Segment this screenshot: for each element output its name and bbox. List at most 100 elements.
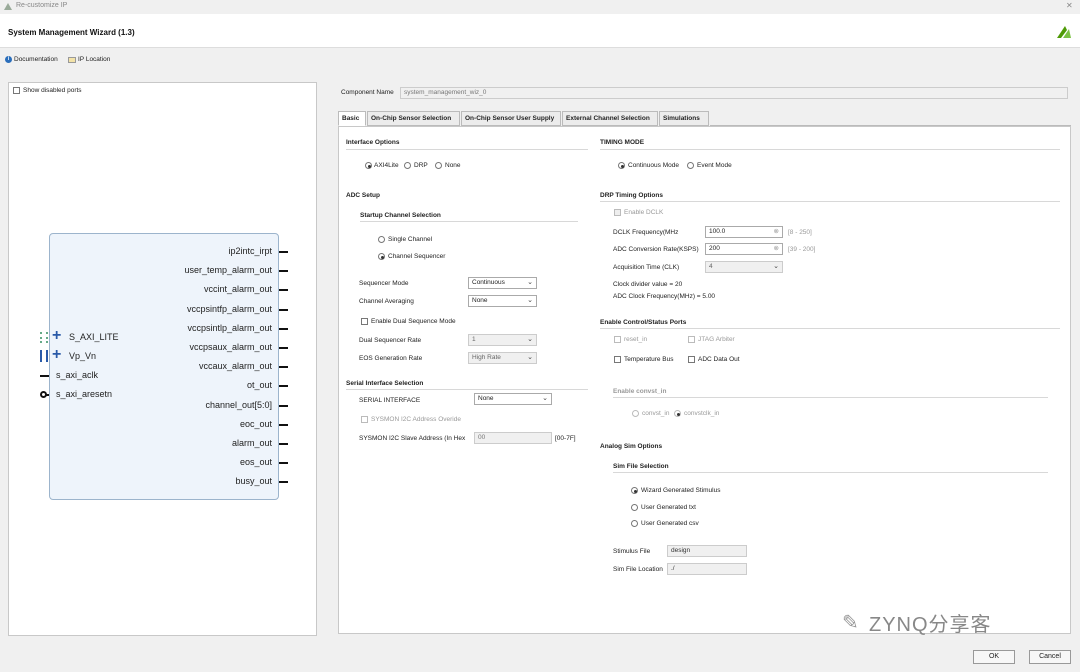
event-mode-label: Event Mode (697, 162, 732, 169)
reset-in-checkbox[interactable] (614, 336, 621, 343)
bus-bars-icon (40, 350, 48, 362)
info-icon: i (5, 56, 12, 63)
continuous-mode-label: Continuous Mode (628, 162, 679, 169)
event-mode-radio[interactable] (687, 162, 694, 169)
expand-plus-icon[interactable]: + (52, 327, 61, 345)
clear-icon[interactable]: ⊗ (774, 244, 779, 254)
select-value: None (478, 395, 494, 402)
continuous-mode-radio[interactable] (618, 162, 625, 169)
i2c-address-label: SYSMON I2C Slave Address (In Hex (359, 435, 466, 442)
timing-mode-heading: TIMING MODE (600, 139, 645, 146)
reset-in-label: reset_in (624, 336, 648, 343)
user-txt-radio[interactable] (631, 504, 638, 511)
serial-interface-select[interactable]: None ⌄ (474, 393, 552, 405)
ok-button[interactable]: OK (973, 650, 1015, 664)
convst-heading: Enable convst_in (613, 388, 667, 395)
jtag-arbiter-checkbox[interactable] (688, 336, 695, 343)
adc-conversion-range: [39 - 200] (788, 246, 816, 253)
convstclk-in-radio[interactable] (674, 410, 681, 417)
convst-in-radio[interactable] (632, 410, 639, 417)
adc-conversion-field[interactable]: 200 ⊗ (705, 243, 783, 255)
enable-dclk-label: Enable DCLK (624, 209, 664, 216)
output-port-label: vccint_alarm_out (203, 284, 272, 295)
tab-on-chip-sensor-selection[interactable]: On-Chip Sensor Selection (367, 111, 460, 126)
dual-sequencer-rate-label: Dual Sequencer Rate (359, 337, 422, 344)
acquisition-time-label: Acquisition Time (CLK) (613, 264, 680, 271)
app-icon (4, 3, 12, 10)
dclk-frequency-field[interactable]: 100.0 ⊗ (705, 226, 783, 238)
divider (346, 389, 588, 390)
none-label: None (445, 162, 461, 169)
select-value: None (472, 297, 488, 304)
close-icon[interactable]: ✕ (1066, 1, 1073, 10)
divider (600, 201, 1060, 202)
clear-icon[interactable]: ⊗ (774, 227, 779, 237)
wizard-title: System Management Wizard (1.3) (8, 28, 135, 37)
stimulus-file-field[interactable]: design (667, 545, 747, 557)
output-port-label: user_temp_alarm_out (184, 265, 272, 276)
none-radio[interactable] (435, 162, 442, 169)
enable-dclk-checkbox[interactable] (614, 209, 621, 216)
dual-sequencer-rate-select[interactable]: 1 ⌄ (468, 334, 537, 346)
drp-radio[interactable] (404, 162, 411, 169)
i2c-override-checkbox[interactable] (361, 416, 368, 423)
chevron-down-icon: ⌄ (527, 297, 533, 304)
tab-simulations[interactable]: Simulations (659, 111, 709, 126)
bus-dots-icon (40, 332, 48, 343)
title-bar: Re-customize IP ✕ (0, 0, 1080, 14)
clock-divider-text: Clock divider value = 20 (613, 281, 683, 288)
output-pin-line (279, 404, 288, 407)
sim-file-location-label: Sim File Location (613, 566, 663, 573)
watermark-text: ZYNQ分享客 (869, 614, 992, 636)
sequencer-mode-select[interactable]: Continuous ⌄ (468, 277, 537, 289)
adc-conversion-label: ADC Conversion Rate(KSPS) (613, 246, 699, 253)
output-pin-line (279, 270, 288, 273)
chevron-down-icon: ⌄ (527, 354, 533, 361)
ip-location-link[interactable]: IP Location (78, 56, 110, 63)
dclk-frequency-label: DCLK Frequency(MHz (613, 229, 679, 236)
sim-file-location-field[interactable]: ./ (667, 563, 747, 575)
adc-data-out-checkbox[interactable] (688, 356, 695, 363)
single-channel-radio[interactable] (378, 236, 385, 243)
eos-generation-select[interactable]: High Rate ⌄ (468, 352, 537, 364)
output-port-label: channel_out[5:0] (205, 399, 272, 410)
dclk-range: [8 - 250] (788, 229, 812, 236)
drp-label: DRP (414, 162, 428, 169)
channel-sequencer-radio[interactable] (378, 253, 385, 260)
port-s-axi-aresetn: s_axi_aresetn (56, 389, 113, 399)
axi4lite-radio[interactable] (365, 162, 372, 169)
wizard-stimulus-radio[interactable] (631, 487, 638, 494)
divider (360, 221, 578, 222)
tab-on-chip-sensor-user-supply[interactable]: On-Chip Sensor User Supply (461, 111, 561, 126)
serial-interface-heading: Serial Interface Selection (346, 380, 424, 387)
tab-basic[interactable]: Basic (338, 111, 366, 126)
user-csv-radio[interactable] (631, 520, 638, 527)
window-title: Re-customize IP (16, 2, 68, 9)
wizard-header: System Management Wizard (1.3) (0, 14, 1080, 48)
i2c-address-field[interactable]: 00 (474, 432, 552, 444)
user-txt-label: User Generated txt (641, 504, 696, 511)
acquisition-time-select[interactable]: 4 ⌄ (705, 261, 783, 273)
temperature-bus-checkbox[interactable] (614, 356, 621, 363)
field-value: 100.0 (709, 228, 726, 235)
divider (346, 149, 588, 150)
tab-external-channel-selection[interactable]: External Channel Selection (562, 111, 658, 126)
cancel-button[interactable]: Cancel (1029, 650, 1071, 664)
channel-averaging-select[interactable]: None ⌄ (468, 295, 537, 307)
show-disabled-checkbox[interactable] (13, 87, 20, 94)
axi4lite-label: AXI4Lite (374, 162, 399, 169)
adc-setup-heading: ADC Setup (346, 192, 380, 199)
dual-sequence-checkbox[interactable] (361, 318, 368, 325)
channel-sequencer-label: Channel Sequencer (388, 253, 446, 260)
basic-panel (338, 126, 1071, 634)
field-value: 200 (709, 245, 720, 252)
component-name-field[interactable]: system_management_wiz_0 (400, 87, 1068, 99)
chevron-down-icon: ⌄ (542, 395, 548, 402)
chevron-down-icon: ⌄ (527, 279, 533, 286)
select-value: Continuous (472, 279, 505, 286)
divider (600, 328, 1060, 329)
pin-line (40, 375, 49, 377)
temperature-bus-label: Temperature Bus (624, 356, 674, 363)
expand-plus-icon[interactable]: + (52, 346, 61, 364)
documentation-link[interactable]: Documentation (14, 56, 58, 63)
